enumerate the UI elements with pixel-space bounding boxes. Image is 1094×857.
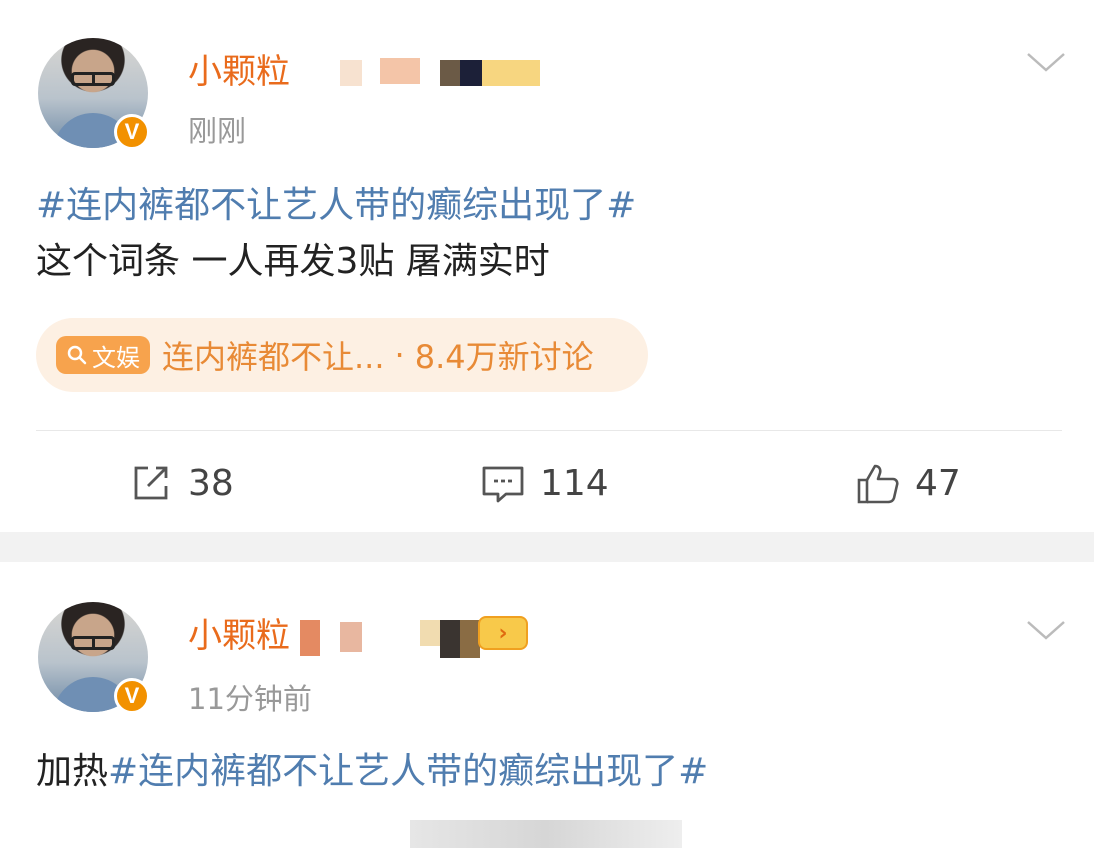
comment-icon bbox=[482, 466, 524, 503]
more-menu-button[interactable] bbox=[1026, 618, 1065, 648]
weibo-post: V 小颗粒 › 11分钟前 加热#连内裤都不让艺人带的癫综出现了# bbox=[0, 562, 1094, 857]
repost-icon bbox=[134, 466, 168, 500]
blurred-name-segment bbox=[460, 60, 482, 86]
blurred-name-segment bbox=[380, 58, 420, 84]
action-bar: 38 114 47 bbox=[0, 452, 1094, 514]
blurred-name-segment bbox=[440, 60, 460, 86]
hashtag-link[interactable]: #连内裤都不让艺人带的癫综出现了# bbox=[36, 185, 636, 226]
divider bbox=[36, 430, 1062, 431]
avatar[interactable]: V bbox=[38, 602, 152, 716]
post-time: 刚刚 bbox=[188, 114, 247, 148]
post-time: 11分钟前 bbox=[188, 682, 312, 716]
topic-title: 连内裤都不让... bbox=[162, 338, 385, 376]
post-content: 加热#连内裤都不让艺人带的癫综出现了# bbox=[36, 744, 708, 800]
topic-separator: · bbox=[394, 336, 405, 374]
search-icon bbox=[67, 345, 87, 365]
topic-card[interactable]: 文娱 连内裤都不让... · 8.4万新讨论 bbox=[36, 318, 648, 392]
chevron-down-icon bbox=[1027, 53, 1065, 72]
chevron-down-icon bbox=[1027, 621, 1065, 640]
verified-badge-icon: V bbox=[114, 678, 150, 714]
post-body-text: 加热 bbox=[36, 751, 109, 792]
blurred-name-segment bbox=[460, 620, 480, 658]
blurred-name-segment bbox=[420, 620, 440, 646]
username[interactable]: 小颗粒 bbox=[188, 44, 290, 93]
like-count: 47 bbox=[915, 462, 961, 504]
post-body-text: 这个词条 一人再发3贴 屠满实时 bbox=[36, 241, 550, 282]
more-menu-button[interactable] bbox=[1026, 50, 1065, 80]
avatar[interactable]: V bbox=[38, 38, 152, 152]
glasses-shape bbox=[71, 636, 115, 650]
blurred-name-segment bbox=[340, 622, 362, 652]
topic-category-badge: 文娱 bbox=[56, 336, 150, 374]
blurred-name-segment bbox=[482, 60, 540, 86]
like-button[interactable]: 47 bbox=[855, 452, 961, 514]
hashtag-link[interactable]: #连内裤都不让艺人带的癫综出现了# bbox=[108, 751, 708, 792]
repost-count: 38 bbox=[188, 462, 234, 504]
post-content: #连内裤都不让艺人带的癫综出现了# 这个词条 一人再发3贴 屠满实时 bbox=[36, 178, 636, 290]
thumbs-up-icon bbox=[857, 464, 899, 504]
blurred-name-segment bbox=[340, 60, 362, 86]
blurred-name-segment bbox=[440, 620, 460, 658]
blurred-content bbox=[410, 820, 682, 848]
glasses-shape bbox=[71, 72, 115, 86]
topic-category-label: 文娱 bbox=[92, 343, 140, 372]
weibo-post: V 小颗粒 刚刚 #连内裤都不让艺人带的癫综出现了# 这个词条 一人再发3贴 屠… bbox=[0, 0, 1094, 532]
level-badge-icon: › bbox=[478, 616, 528, 650]
blurred-name-segment bbox=[300, 620, 320, 656]
post-separator bbox=[0, 532, 1094, 562]
topic-discussion-count: 8.4万新讨论 bbox=[414, 338, 594, 376]
repost-button[interactable]: 38 bbox=[128, 452, 234, 514]
comment-button[interactable]: 114 bbox=[480, 452, 609, 514]
username[interactable]: 小颗粒 bbox=[188, 608, 290, 657]
verified-badge-icon: V bbox=[114, 114, 150, 150]
comment-count: 114 bbox=[540, 462, 609, 504]
